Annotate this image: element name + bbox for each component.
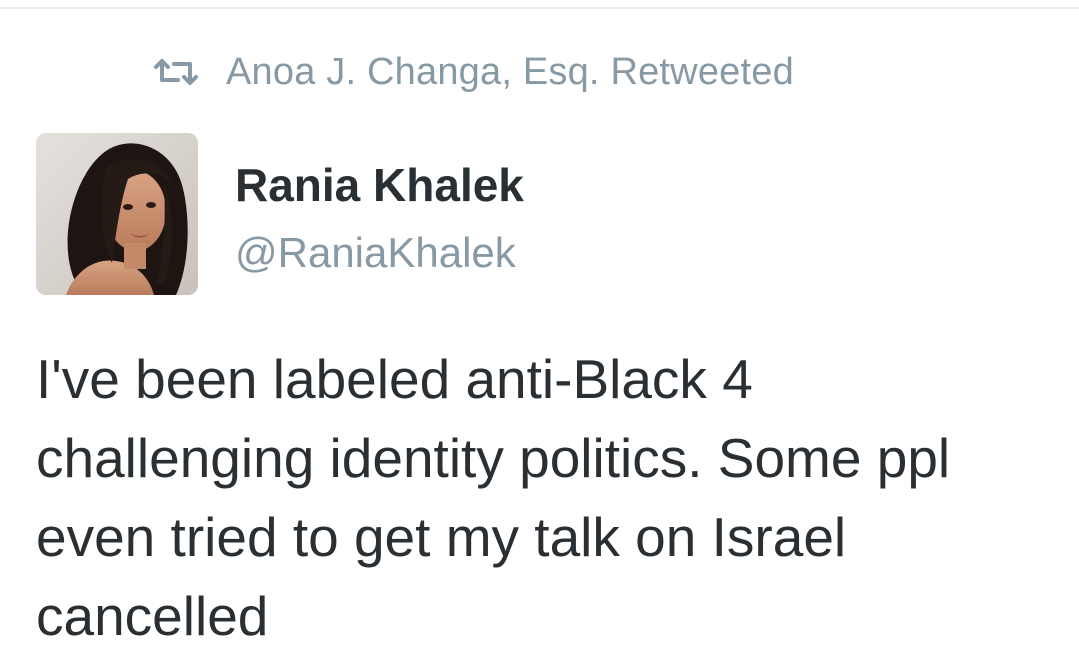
retweet-context[interactable]: Anoa J. Changa, Esq. Retweeted [152, 50, 794, 94]
retweeted-by-label: Anoa J. Changa, Esq. Retweeted [226, 50, 794, 93]
avatar[interactable] [36, 133, 198, 295]
top-divider [0, 0, 1079, 9]
profile-photo [36, 133, 198, 295]
tweet-text: I've been labeled anti-Black 4 challengi… [36, 348, 951, 647]
user-handle[interactable]: @RaniaKhalek [235, 229, 516, 277]
display-name[interactable]: Rania Khalek [235, 158, 524, 212]
retweet-icon [154, 59, 198, 85]
